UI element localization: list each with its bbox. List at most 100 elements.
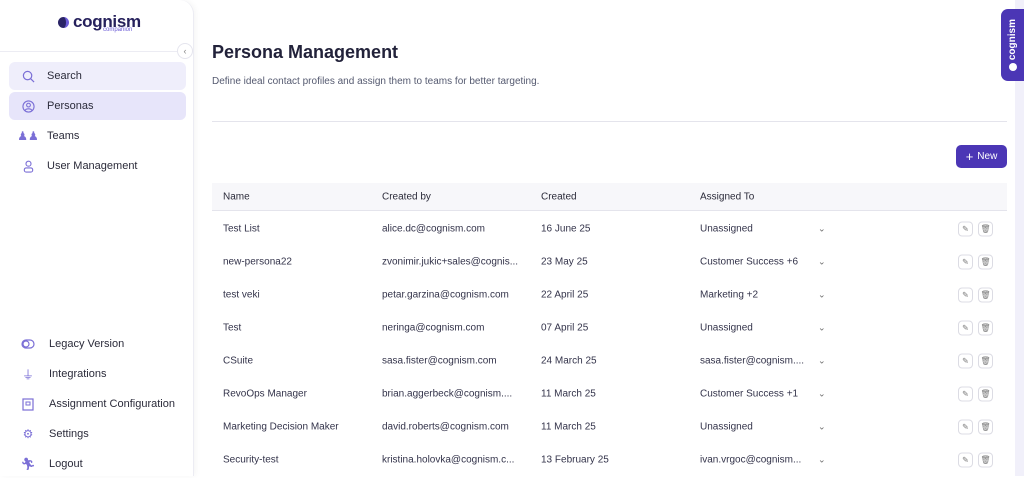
assigned-to[interactable]: Marketing +2 [700, 289, 758, 300]
edit-icon[interactable]: ✎ [958, 254, 973, 269]
edit-icon[interactable]: ✎ [958, 419, 973, 434]
assigned-to[interactable]: Customer Success +6 [700, 256, 798, 267]
assigned-to[interactable]: Customer Success +1 [700, 388, 798, 399]
sidebar-item-label: User Management [47, 160, 138, 172]
persona-name: Security-test [223, 454, 279, 465]
sidebar-item-legacy-version[interactable]: Legacy Version [9, 330, 186, 358]
created-by: brian.aggerbeck@cognism.... [382, 388, 513, 399]
created-by: zvonimir.jukic+sales@cognis... [382, 256, 519, 267]
sidebar-item-user-management[interactable]: User Management [9, 152, 186, 180]
column-header-name[interactable]: Name [223, 191, 250, 202]
chevron-down-icon[interactable]: ⌄ [818, 421, 826, 432]
sidebar-item-label: Personas [47, 100, 94, 112]
created-by: david.roberts@cognism.com [382, 421, 509, 432]
assigned-to[interactable]: sasa.fister@cognism.... [700, 355, 804, 366]
new-persona-button[interactable]: + New [956, 145, 1007, 168]
logo-mark-icon [1008, 63, 1017, 72]
trash-icon[interactable]: 🗑︎ [978, 386, 993, 401]
plug-icon: ⏚ [21, 367, 34, 382]
sidebar-item-search[interactable]: Search [9, 62, 186, 90]
created-date: 23 May 25 [541, 256, 588, 267]
trash-icon[interactable]: 🗑︎ [978, 287, 993, 302]
table-row[interactable]: new-persona22 zvonimir.jukic+sales@cogni… [212, 245, 1007, 278]
created-by: kristina.holovka@cognism.c... [382, 454, 515, 465]
created-date: 24 March 25 [541, 355, 597, 366]
divider [212, 121, 1007, 122]
edit-icon[interactable]: ✎ [958, 287, 973, 302]
extension-tab-label: cognism [1007, 18, 1018, 61]
persona-name: Test List [223, 223, 260, 234]
column-header-assigned-to[interactable]: Assigned To [700, 191, 754, 202]
sidebar-item-teams[interactable]: ♟♟ Teams [9, 122, 186, 150]
edit-icon[interactable]: ✎ [958, 452, 973, 467]
edit-icon[interactable]: ✎ [958, 386, 973, 401]
created-by: petar.garzina@cognism.com [382, 289, 509, 300]
edit-icon[interactable]: ✎ [958, 320, 973, 335]
trash-icon[interactable]: 🗑︎ [978, 320, 993, 335]
persona-name: RevoOps Manager [223, 388, 307, 399]
table-row[interactable]: CSuite sasa.fister@cognism.com 24 March … [212, 344, 1007, 377]
persona-name: Test [223, 322, 242, 333]
sidebar-item-settings[interactable]: ⚙ Settings [9, 420, 186, 448]
page-subtitle: Define ideal contact profiles and assign… [212, 76, 540, 87]
chevron-down-icon[interactable]: ⌄ [818, 223, 826, 234]
table-row[interactable]: test veki petar.garzina@cognism.com 22 A… [212, 278, 1007, 311]
trash-icon[interactable]: 🗑︎ [978, 221, 993, 236]
assigned-to[interactable]: ivan.vrgoc@cognism... [700, 454, 801, 465]
table-row[interactable]: Marketing Decision Maker david.roberts@c… [212, 410, 1007, 443]
assigned-to[interactable]: Unassigned [700, 421, 753, 432]
new-label: New [977, 151, 998, 162]
sidebar-item-label: Legacy Version [49, 338, 125, 350]
edit-icon[interactable]: ✎ [958, 221, 973, 236]
column-header-created[interactable]: Created [541, 191, 577, 202]
sidebar-item-label: Logout [49, 458, 83, 470]
user-icon [21, 159, 35, 173]
cognism-extension-tab[interactable]: cognism [1001, 9, 1024, 81]
assigned-to[interactable]: Unassigned [700, 322, 753, 333]
trash-icon[interactable]: 🗑︎ [978, 353, 993, 368]
created-date: 07 April 25 [541, 322, 589, 333]
sidebar-item-integrations[interactable]: ⏚ Integrations [9, 360, 186, 388]
chevron-down-icon[interactable]: ⌄ [818, 454, 826, 465]
sidebar-divider [0, 51, 194, 52]
logout-icon: 🏃︎ [20, 457, 36, 471]
table-row[interactable]: RevoOps Manager brian.aggerbeck@cognism.… [212, 377, 1007, 410]
created-by: neringa@cognism.com [382, 322, 485, 333]
trash-icon[interactable]: 🗑︎ [978, 452, 993, 467]
persona-name: Marketing Decision Maker [223, 421, 339, 432]
plus-icon: + [965, 149, 974, 164]
sidebar-item-assignment-configuration[interactable]: Assignment Configuration [9, 390, 186, 418]
sidebar-item-logout[interactable]: 🏃︎ Logout [9, 450, 186, 478]
logo-subtext: companion [103, 27, 133, 33]
created-by: alice.dc@cognism.com [382, 223, 485, 234]
trash-icon[interactable]: 🗑︎ [978, 419, 993, 434]
chevron-down-icon[interactable]: ⌄ [818, 355, 826, 366]
collapse-sidebar-button[interactable]: ‹ [177, 43, 193, 59]
chevron-down-icon[interactable]: ⌄ [818, 256, 826, 267]
gear-icon: ⚙ [22, 427, 34, 441]
sidebar-item-label: Settings [49, 428, 89, 440]
table-header: Name Created by Created Assigned To [212, 183, 1007, 211]
assigned-to[interactable]: Unassigned [700, 223, 753, 234]
trash-icon[interactable]: 🗑︎ [978, 254, 993, 269]
team-icon: ♟♟ [17, 129, 39, 143]
sidebar-item-personas[interactable]: Personas [9, 92, 186, 120]
edit-icon[interactable]: ✎ [958, 353, 973, 368]
table-row[interactable]: Security-test kristina.holovka@cognism.c… [212, 443, 1007, 476]
building-icon [21, 397, 35, 411]
chevron-down-icon[interactable]: ⌄ [818, 388, 826, 399]
sidebar-item-label: Integrations [49, 368, 107, 380]
created-date: 11 March 25 [541, 421, 596, 432]
column-header-created-by[interactable]: Created by [382, 191, 431, 202]
created-date: 16 June 25 [541, 223, 591, 234]
toggle-icon [21, 337, 35, 351]
chevron-down-icon[interactable]: ⌄ [818, 322, 826, 333]
created-date: 11 March 25 [541, 388, 596, 399]
table-row[interactable]: Test List alice.dc@cognism.com 16 June 2… [212, 212, 1007, 245]
page-title: Persona Management [212, 42, 399, 62]
chevron-down-icon[interactable]: ⌄ [818, 289, 826, 300]
table-row[interactable]: Test neringa@cognism.com 07 April 25 Una… [212, 311, 1007, 344]
created-by: sasa.fister@cognism.com [382, 355, 497, 366]
chevron-left-icon: ‹ [183, 46, 187, 56]
sidebar: cognism companion ‹ Search Personas ♟♟ T… [0, 0, 194, 476]
